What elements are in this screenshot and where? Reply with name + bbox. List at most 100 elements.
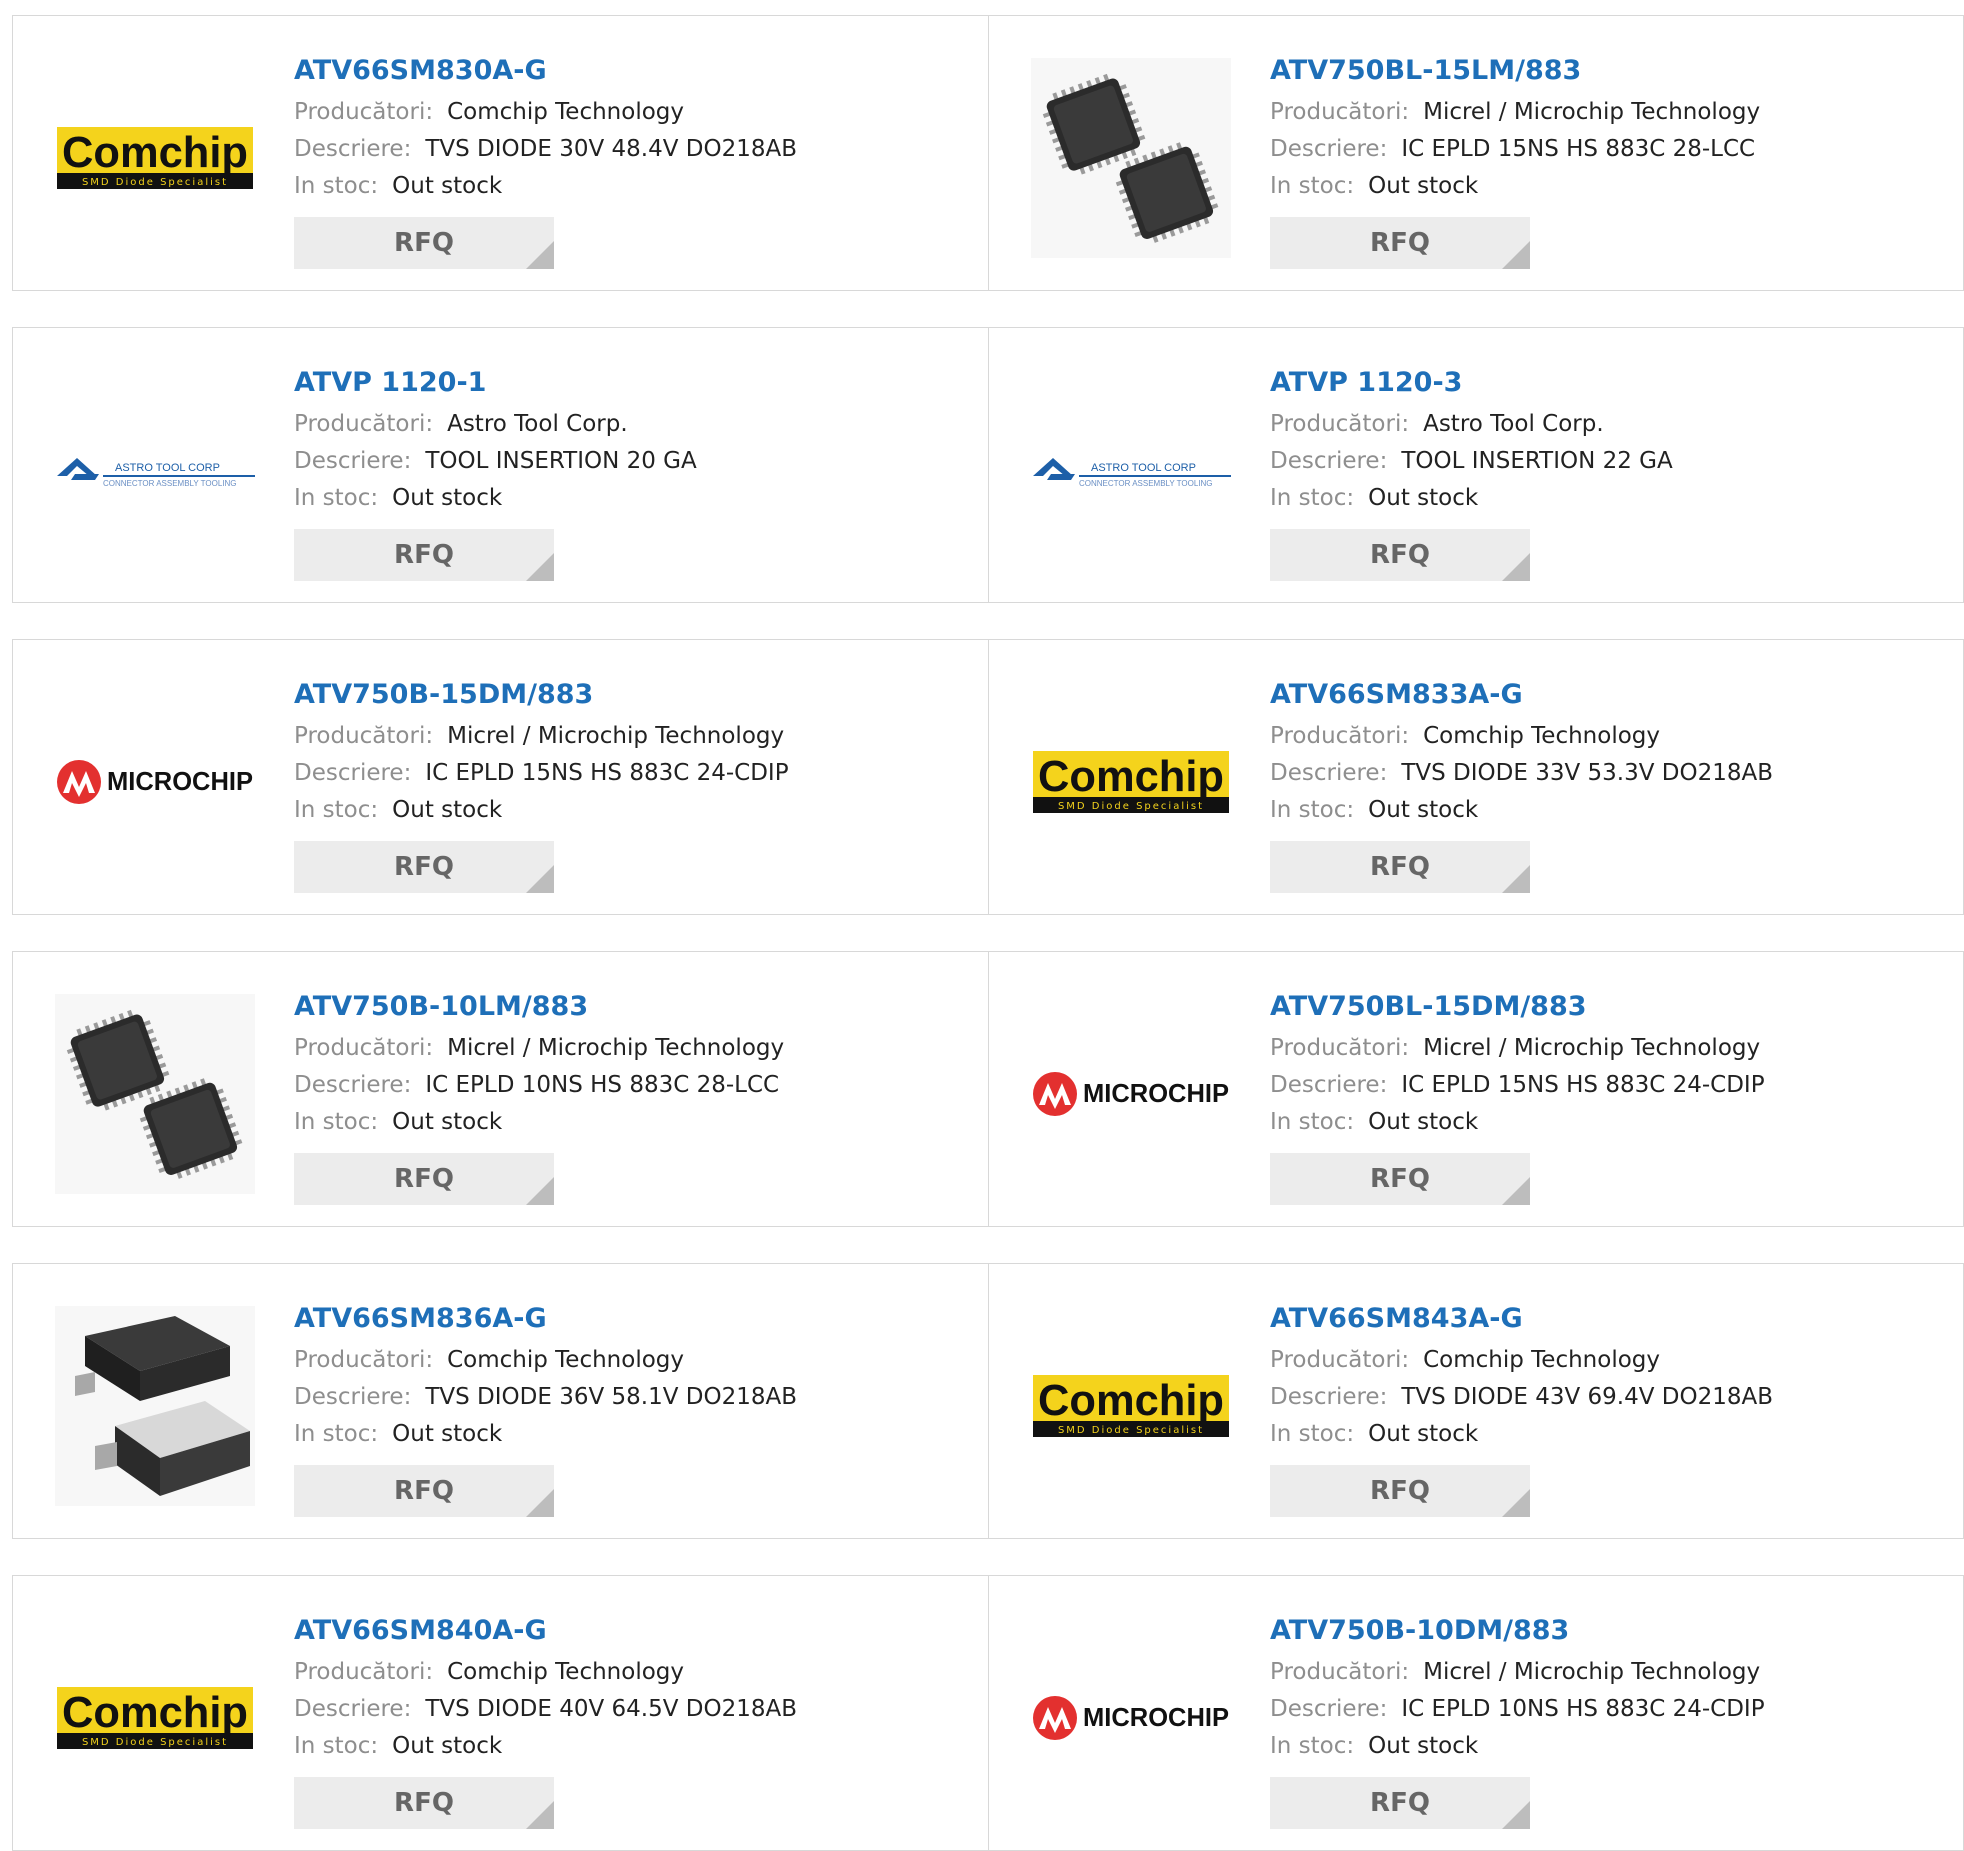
manufacturer-value: Micrel / Microchip Technology	[447, 723, 785, 749]
product-image[interactable]: Comchip SMD Diode Specialist	[53, 1618, 257, 1818]
rfq-corner-decoration	[526, 1177, 554, 1205]
product-row: MICROCHIP ATV750B-15DM/883 Producători: M…	[12, 639, 1964, 915]
description-value: IC EPLD 10NS HS 883C 24-CDIP	[1401, 1696, 1765, 1722]
stock-row: In stoc: Out stock	[294, 1416, 797, 1453]
astro-logo-text: ASTRO TOOL CORP	[1091, 462, 1196, 474]
product-row: Comchip SMD Diode Specialist ATV66SM830A…	[12, 15, 1964, 291]
description-label: Descriere:	[294, 136, 412, 162]
product-image[interactable]: ASTRO TOOL CORP CONNECTOR ASSEMBLY TOOLI…	[1029, 370, 1233, 570]
part-number-link[interactable]: ATV750B-10LM/883	[294, 984, 784, 1030]
product-card: ATV66SM836A-G Producători: Comchip Techno…	[13, 1264, 988, 1538]
part-number-link[interactable]: ATVP 1120-3	[1270, 360, 1673, 406]
manufacturer-row: Producători: Comchip Technology	[294, 1342, 797, 1379]
manufacturer-value: Astro Tool Corp.	[447, 411, 628, 437]
rfq-button[interactable]: RFQ	[294, 529, 554, 581]
comchip-logo-text: Comchip	[1038, 752, 1224, 801]
astro-tool-logo: ASTRO TOOL CORP CONNECTOR ASSEMBLY TOOLI…	[1033, 458, 1231, 488]
rfq-button[interactable]: RFQ	[1270, 1153, 1530, 1205]
astro-tool-logo: ASTRO TOOL CORP CONNECTOR ASSEMBLY TOOLI…	[57, 458, 255, 488]
rfq-corner-decoration	[526, 1801, 554, 1829]
rfq-button[interactable]: RFQ	[294, 1777, 554, 1829]
microchip-logo-text: MICROCHIP	[1083, 1078, 1229, 1108]
part-number-link[interactable]: ATV750BL-15LM/883	[1270, 48, 1760, 94]
part-number-link[interactable]: ATV66SM830A-G	[294, 48, 797, 94]
comchip-logo: Comchip SMD Diode Specialist	[1033, 751, 1229, 813]
stock-label: In stoc:	[1270, 1109, 1355, 1135]
product-card: ATV750BL-15LM/883 Producători: Micrel / M…	[988, 16, 1963, 290]
part-number-link[interactable]: ATV750BL-15DM/883	[1270, 984, 1765, 1030]
rfq-button[interactable]: RFQ	[1270, 1777, 1530, 1829]
rfq-label: RFQ	[1370, 1476, 1430, 1506]
description-value: TVS DIODE 36V 58.1V DO218AB	[425, 1384, 797, 1410]
description-label: Descriere:	[1270, 448, 1388, 474]
manufacturer-value: Astro Tool Corp.	[1423, 411, 1604, 437]
description-row: Descriere: TOOL INSERTION 20 GA	[294, 443, 697, 480]
manufacturer-row: Producători: Comchip Technology	[294, 1654, 797, 1691]
part-number-link[interactable]: ATV66SM840A-G	[294, 1608, 797, 1654]
product-image[interactable]: Comchip SMD Diode Specialist	[53, 58, 257, 258]
description-label: Descriere:	[1270, 1696, 1388, 1722]
description-label: Descriere:	[1270, 760, 1388, 786]
rfq-button[interactable]: RFQ	[1270, 1465, 1530, 1517]
part-number-link[interactable]: ATV66SM836A-G	[294, 1296, 797, 1342]
description-row: Descriere: TVS DIODE 30V 48.4V DO218AB	[294, 131, 797, 168]
product-image[interactable]	[53, 994, 257, 1194]
stock-value: Out stock	[392, 1421, 503, 1447]
manufacturer-row: Producători: Comchip Technology	[1270, 718, 1773, 755]
manufacturer-value: Micrel / Microchip Technology	[1423, 1035, 1761, 1061]
description-value: IC EPLD 10NS HS 883C 28-LCC	[425, 1072, 780, 1098]
product-image[interactable]: MICROCHIP	[1029, 1618, 1233, 1818]
product-card: ASTRO TOOL CORP CONNECTOR ASSEMBLY TOOLI…	[988, 328, 1963, 602]
stock-value: Out stock	[392, 485, 503, 511]
manufacturer-value: Comchip Technology	[1423, 723, 1660, 749]
product-image[interactable]: Comchip SMD Diode Specialist	[1029, 1306, 1233, 1506]
product-image[interactable]: MICROCHIP	[53, 682, 257, 882]
description-row: Descriere: IC EPLD 10NS HS 883C 24-CDIP	[1270, 1691, 1765, 1728]
part-number-link[interactable]: ATV750B-10DM/883	[1270, 1608, 1765, 1654]
microchip-logo-text: MICROCHIP	[1083, 1702, 1229, 1732]
astro-tagline: CONNECTOR ASSEMBLY TOOLING	[103, 479, 237, 488]
product-info: ATV66SM843A-G Producători: Comchip Techno…	[1270, 1296, 1773, 1517]
description-value: TVS DIODE 40V 64.5V DO218AB	[425, 1696, 797, 1722]
product-image[interactable]: ASTRO TOOL CORP CONNECTOR ASSEMBLY TOOLI…	[53, 370, 257, 570]
description-value: IC EPLD 15NS HS 883C 24-CDIP	[1401, 1072, 1765, 1098]
part-number-link[interactable]: ATV66SM843A-G	[1270, 1296, 1773, 1342]
stock-value: Out stock	[392, 173, 503, 199]
rfq-label: RFQ	[1370, 1788, 1430, 1818]
stock-label: In stoc:	[294, 797, 379, 823]
part-number-link[interactable]: ATVP 1120-1	[294, 360, 697, 406]
rfq-button[interactable]: RFQ	[294, 841, 554, 893]
manufacturer-label: Producători:	[294, 411, 434, 437]
description-row: Descriere: TVS DIODE 40V 64.5V DO218AB	[294, 1691, 797, 1728]
product-info: ATV750B-10DM/883 Producători: Micrel / Mi…	[1270, 1608, 1765, 1829]
description-label: Descriere:	[294, 1072, 412, 1098]
rfq-button[interactable]: RFQ	[294, 217, 554, 269]
manufacturer-row: Producători: Comchip Technology	[1270, 1342, 1773, 1379]
stock-label: In stoc:	[1270, 1421, 1355, 1447]
product-card: Comchip SMD Diode Specialist ATV66SM843A…	[988, 1264, 1963, 1538]
rfq-button[interactable]: RFQ	[1270, 529, 1530, 581]
comchip-logo-text: Comchip	[62, 128, 248, 177]
description-label: Descriere:	[1270, 1384, 1388, 1410]
part-number-link[interactable]: ATV66SM833A-G	[1270, 672, 1773, 718]
stock-label: In stoc:	[294, 1421, 379, 1447]
rfq-label: RFQ	[394, 540, 454, 570]
product-info: ATV750B-10LM/883 Producători: Micrel / Mi…	[294, 984, 784, 1205]
stock-label: In stoc:	[294, 1733, 379, 1759]
rfq-button[interactable]: RFQ	[294, 1153, 554, 1205]
product-image[interactable]	[1029, 58, 1233, 258]
rfq-button[interactable]: RFQ	[294, 1465, 554, 1517]
product-image[interactable]	[53, 1306, 257, 1506]
rfq-button[interactable]: RFQ	[1270, 841, 1530, 893]
comchip-tagline: SMD Diode Specialist	[1058, 801, 1204, 812]
part-number-link[interactable]: ATV750B-15DM/883	[294, 672, 789, 718]
stock-row: In stoc: Out stock	[294, 792, 789, 829]
rfq-button[interactable]: RFQ	[1270, 217, 1530, 269]
product-card: Comchip SMD Diode Specialist ATV66SM830A…	[13, 16, 988, 290]
product-image[interactable]: MICROCHIP	[1029, 994, 1233, 1194]
product-row: ATV66SM836A-G Producători: Comchip Techno…	[12, 1263, 1964, 1539]
rfq-corner-decoration	[1502, 241, 1530, 269]
description-row: Descriere: IC EPLD 15NS HS 883C 24-CDIP	[294, 755, 789, 792]
product-image[interactable]: Comchip SMD Diode Specialist	[1029, 682, 1233, 882]
manufacturer-label: Producători:	[1270, 1035, 1410, 1061]
